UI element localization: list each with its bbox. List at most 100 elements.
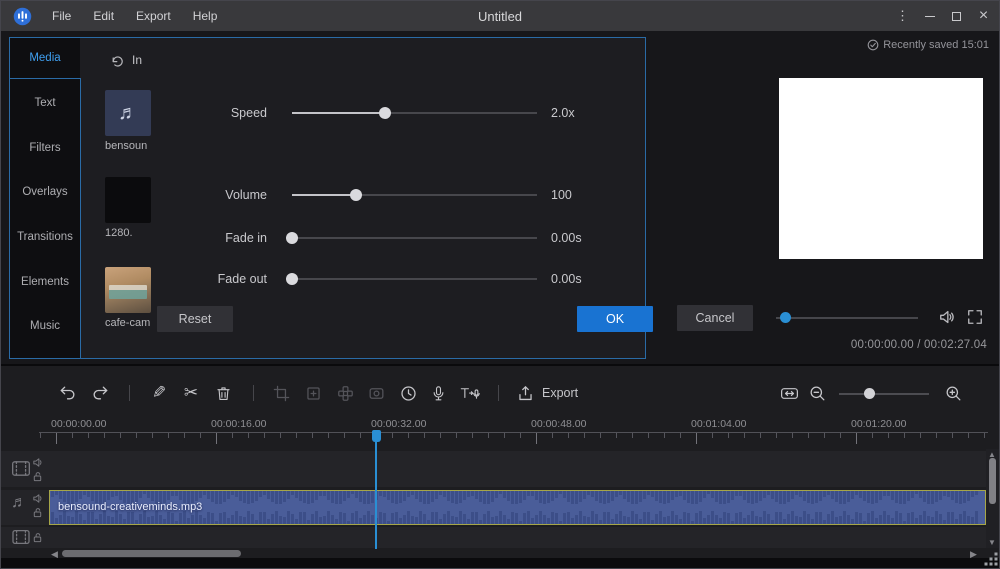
fade-in-slider[interactable]	[292, 237, 537, 239]
ruler-label: 00:00:48.00	[531, 418, 586, 430]
freeze-frame-button[interactable]	[301, 381, 325, 405]
filmstrip-icon	[11, 529, 31, 545]
timeline-zoom-handle[interactable]	[864, 388, 875, 399]
video-track-2[interactable]	[1, 527, 986, 548]
playhead-line	[375, 441, 377, 549]
fade-out-row: Fade out 0.00s	[10, 267, 645, 291]
volume-slider-handle[interactable]	[350, 189, 362, 201]
app-window: File Edit Export Help Untitled ⋮ × Recen…	[0, 0, 1000, 569]
resize-grip[interactable]	[984, 552, 998, 566]
app-logo-icon	[12, 6, 33, 27]
title-bar: File Edit Export Help Untitled ⋮ ×	[1, 1, 999, 31]
bottom-strip	[1, 558, 1000, 569]
volume-value: 100	[551, 188, 572, 202]
volume-label: Volume	[100, 188, 267, 202]
track-mute-icon[interactable]	[32, 493, 43, 504]
speed-slider[interactable]	[292, 112, 537, 114]
minimize-icon	[925, 16, 935, 17]
menu-help[interactable]: Help	[182, 1, 229, 31]
fade-in-label: Fade in	[100, 231, 267, 245]
sidebar-item-music[interactable]: Music	[10, 320, 80, 332]
ruler-label: 00:00:32.00	[371, 418, 426, 430]
kebab-menu-icon[interactable]: ⋮	[889, 1, 916, 31]
export-button-label[interactable]: Export	[542, 386, 578, 400]
zoom-in-icon[interactable]	[941, 381, 965, 405]
vscroll-down-arrow[interactable]: ▼	[988, 538, 996, 547]
zoom-out-icon[interactable]	[805, 381, 829, 405]
ruler-label: 00:01:20.00	[851, 418, 906, 430]
window-controls: ⋮ ×	[889, 1, 997, 31]
speed-slider-handle[interactable]	[379, 107, 391, 119]
audio-clip-label: bensound-creativeminds.mp3	[58, 501, 202, 513]
preview-timecode: 00:00:00.00 / 00:02:27.04	[851, 339, 987, 351]
fade-out-label: Fade out	[100, 272, 267, 286]
close-button[interactable]: ×	[970, 1, 997, 31]
sidebar-item-media[interactable]: Media	[10, 52, 80, 64]
track-lock-icon[interactable]	[32, 507, 43, 518]
edit-pencil-button[interactable]: ✎	[147, 381, 171, 405]
fade-out-value: 0.00s	[551, 272, 582, 286]
preview-progress-bar[interactable]	[776, 317, 918, 319]
preview-progress-handle[interactable]	[780, 312, 791, 323]
active-tab-outline	[10, 78, 80, 79]
fullscreen-icon[interactable]	[965, 307, 985, 327]
music-track-icon: ♬	[11, 494, 27, 512]
mosaic-button[interactable]	[333, 381, 357, 405]
toolbar-separator	[129, 385, 130, 401]
save-status: Recently saved 15:01	[867, 39, 989, 51]
vscroll-thumb[interactable]	[989, 458, 996, 504]
fade-in-value: 0.00s	[551, 231, 582, 245]
speed-label: Speed	[100, 106, 267, 120]
menu-edit[interactable]: Edit	[82, 1, 125, 31]
ok-button[interactable]: OK	[577, 306, 653, 332]
snapshot-button[interactable]	[364, 381, 388, 405]
import-icon[interactable]	[110, 54, 125, 69]
save-status-text: Recently saved 15:01	[883, 39, 989, 51]
track-mute-icon[interactable]	[32, 457, 43, 468]
toolbar-separator	[498, 385, 499, 401]
fade-in-row: Fade in 0.00s	[10, 226, 645, 250]
video-track-1[interactable]	[1, 451, 986, 487]
redo-button[interactable]	[88, 381, 112, 405]
volume-slider[interactable]	[292, 194, 537, 196]
speaker-icon[interactable]	[937, 307, 957, 327]
minimize-button[interactable]	[916, 1, 943, 31]
sidebar-item-filters[interactable]: Filters	[10, 142, 80, 154]
speed-row: Speed 2.0x	[10, 101, 645, 125]
export-icon[interactable]	[513, 381, 537, 405]
timeline-ruler[interactable]	[39, 432, 988, 445]
track-lock-icon[interactable]	[32, 471, 43, 482]
check-circle-icon	[867, 39, 879, 51]
undo-button[interactable]	[56, 381, 80, 405]
ruler-label: 00:00:16.00	[211, 418, 266, 430]
text-to-speech-button[interactable]	[458, 381, 482, 405]
voiceover-mic-button[interactable]	[426, 381, 450, 405]
toolbar-separator	[253, 385, 254, 401]
duration-clock-button[interactable]	[396, 381, 420, 405]
delete-trash-button[interactable]	[211, 381, 235, 405]
menu-bar: File Edit Export Help	[41, 1, 228, 31]
hscroll-thumb[interactable]	[62, 550, 241, 557]
audio-clip[interactable]: bensound-creativeminds.mp3	[49, 490, 986, 525]
maximize-button[interactable]	[943, 1, 970, 31]
cancel-button[interactable]: Cancel	[677, 305, 753, 331]
media-thumb-label: cafe-cam	[105, 317, 157, 329]
fade-in-slider-handle[interactable]	[286, 232, 298, 244]
menu-file[interactable]: File	[41, 1, 82, 31]
media-thumb-label: bensoun	[105, 140, 157, 152]
reset-button[interactable]: Reset	[157, 306, 233, 332]
fade-out-slider-handle[interactable]	[286, 273, 298, 285]
fade-out-slider[interactable]	[292, 278, 537, 280]
maximize-icon	[952, 12, 961, 21]
media-audio-panel: Media Text Filters Overlays Transitions …	[9, 37, 646, 359]
ruler-label: 00:00:00.00	[51, 418, 106, 430]
fit-timeline-icon[interactable]	[777, 381, 801, 405]
timeline-zoom-slider[interactable]	[839, 393, 929, 395]
filmstrip-icon	[11, 460, 31, 477]
preview-screen	[779, 78, 983, 259]
track-lock-icon[interactable]	[32, 532, 43, 543]
crop-button[interactable]	[269, 381, 293, 405]
split-scissors-button[interactable]: ✂	[179, 381, 203, 405]
import-label[interactable]: In	[132, 53, 142, 67]
menu-export[interactable]: Export	[125, 1, 182, 31]
